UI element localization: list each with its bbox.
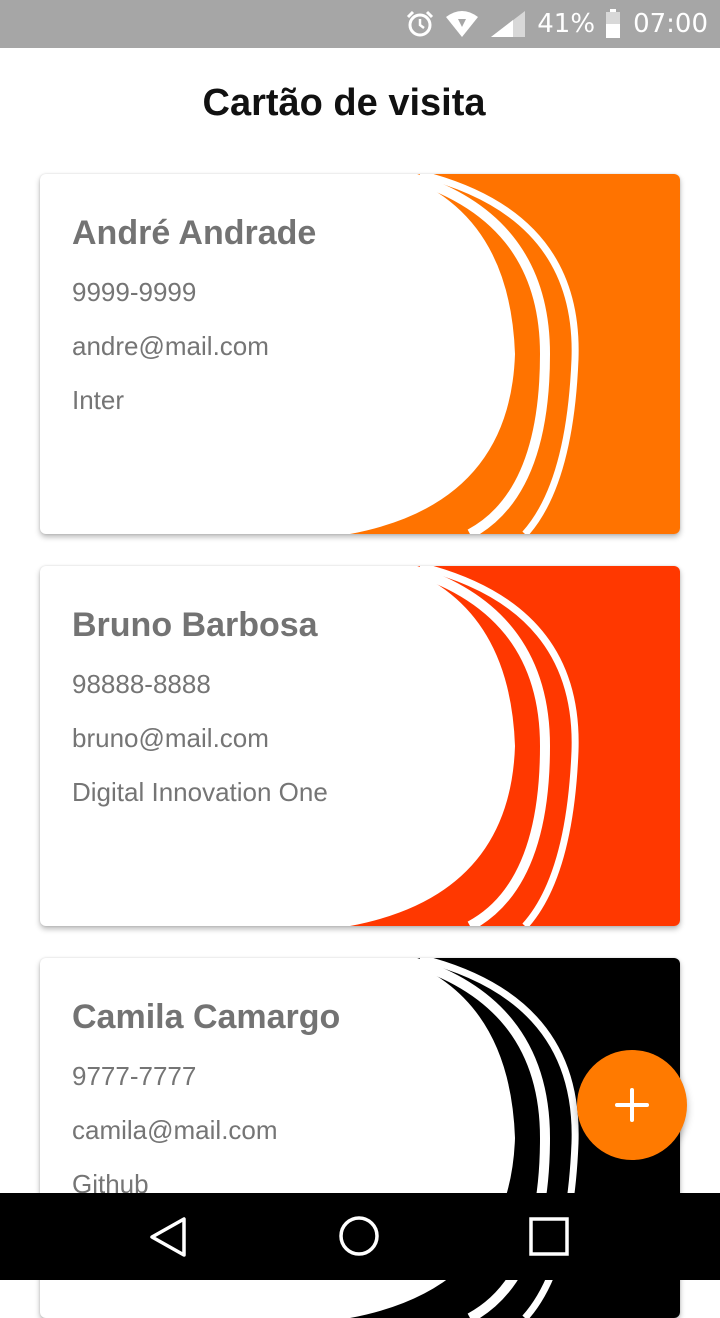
back-button[interactable] xyxy=(110,1193,230,1280)
card-company: Digital Innovation One xyxy=(72,777,328,807)
card-phone: 9999-9999 xyxy=(72,277,197,307)
card-email: bruno@mail.com xyxy=(72,723,269,753)
navigation-bar xyxy=(0,1193,720,1280)
plus-icon xyxy=(615,1088,649,1122)
card-phone: 98888-8888 xyxy=(72,669,211,699)
card-name: André Andrade xyxy=(72,214,317,252)
wifi-icon xyxy=(446,11,479,37)
back-icon xyxy=(150,1217,186,1257)
page-title: Cartão de visita xyxy=(202,82,486,124)
alarm-icon xyxy=(407,10,434,37)
business-card[interactable]: André Andrade 9999-9999 andre@mail.com I… xyxy=(40,174,680,534)
battery-percent: 41% xyxy=(537,9,596,39)
signal-icon xyxy=(491,11,526,37)
card-name: Bruno Barbosa xyxy=(72,606,318,644)
card-color-panel xyxy=(350,174,680,534)
home-button[interactable] xyxy=(299,1193,419,1280)
recents-icon xyxy=(529,1217,569,1256)
add-card-button[interactable] xyxy=(577,1050,687,1160)
business-card[interactable]: Bruno Barbosa 98888-8888 bruno@mail.com … xyxy=(40,566,680,926)
card-company: Inter xyxy=(72,385,125,415)
clock: 07:00 xyxy=(633,9,708,39)
card-name: Camila Camargo xyxy=(72,998,341,1036)
status-icons: 41% 07:00 xyxy=(405,0,708,48)
status-bar: 41% 07:00 xyxy=(0,0,720,48)
card-email: camila@mail.com xyxy=(72,1115,278,1145)
card-email: andre@mail.com xyxy=(72,331,269,361)
recents-button[interactable] xyxy=(489,1193,609,1280)
battery-icon xyxy=(606,9,621,38)
card-phone: 9777-7777 xyxy=(72,1061,197,1091)
card-color-panel xyxy=(350,566,680,926)
home-icon xyxy=(339,1216,379,1256)
